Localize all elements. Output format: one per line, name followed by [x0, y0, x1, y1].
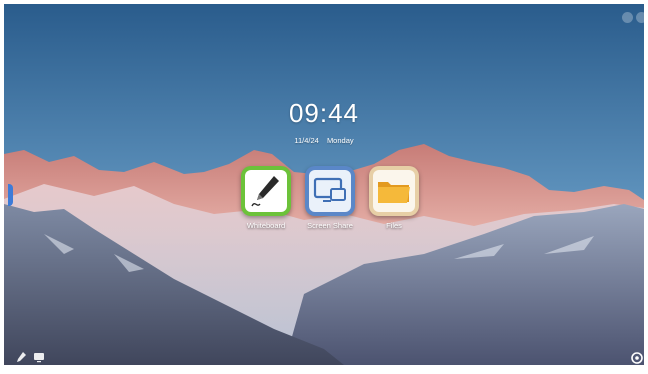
screen-window-icon[interactable]	[32, 350, 46, 364]
app-files[interactable]: Files	[358, 166, 430, 230]
app-label-files: Files	[386, 221, 402, 230]
app-label-whiteboard: Whiteboard	[246, 221, 286, 230]
clock-date: 11/4/24 Monday	[0, 136, 648, 145]
folder-icon	[369, 166, 419, 216]
settings-gear-icon[interactable]	[630, 351, 644, 365]
annotation-pen-icon[interactable]	[14, 350, 28, 364]
app-label-screen-share: Screen Share	[307, 221, 353, 230]
app-whiteboard[interactable]: Whiteboard	[230, 166, 302, 230]
whiteboard-pen-icon	[241, 166, 291, 216]
wireless-projection-icon[interactable]	[622, 12, 633, 23]
date-text: 11/4/24	[294, 136, 319, 145]
screen-share-icon	[305, 166, 355, 216]
page-indicator	[326, 356, 344, 374]
app-screen-share[interactable]: Screen Share	[294, 166, 366, 230]
side-toolbar-handle[interactable]	[8, 184, 13, 206]
weekday-text: Monday	[326, 136, 354, 145]
bluetooth-icon[interactable]	[636, 12, 647, 23]
clock-time: 09:44	[288, 98, 360, 128]
